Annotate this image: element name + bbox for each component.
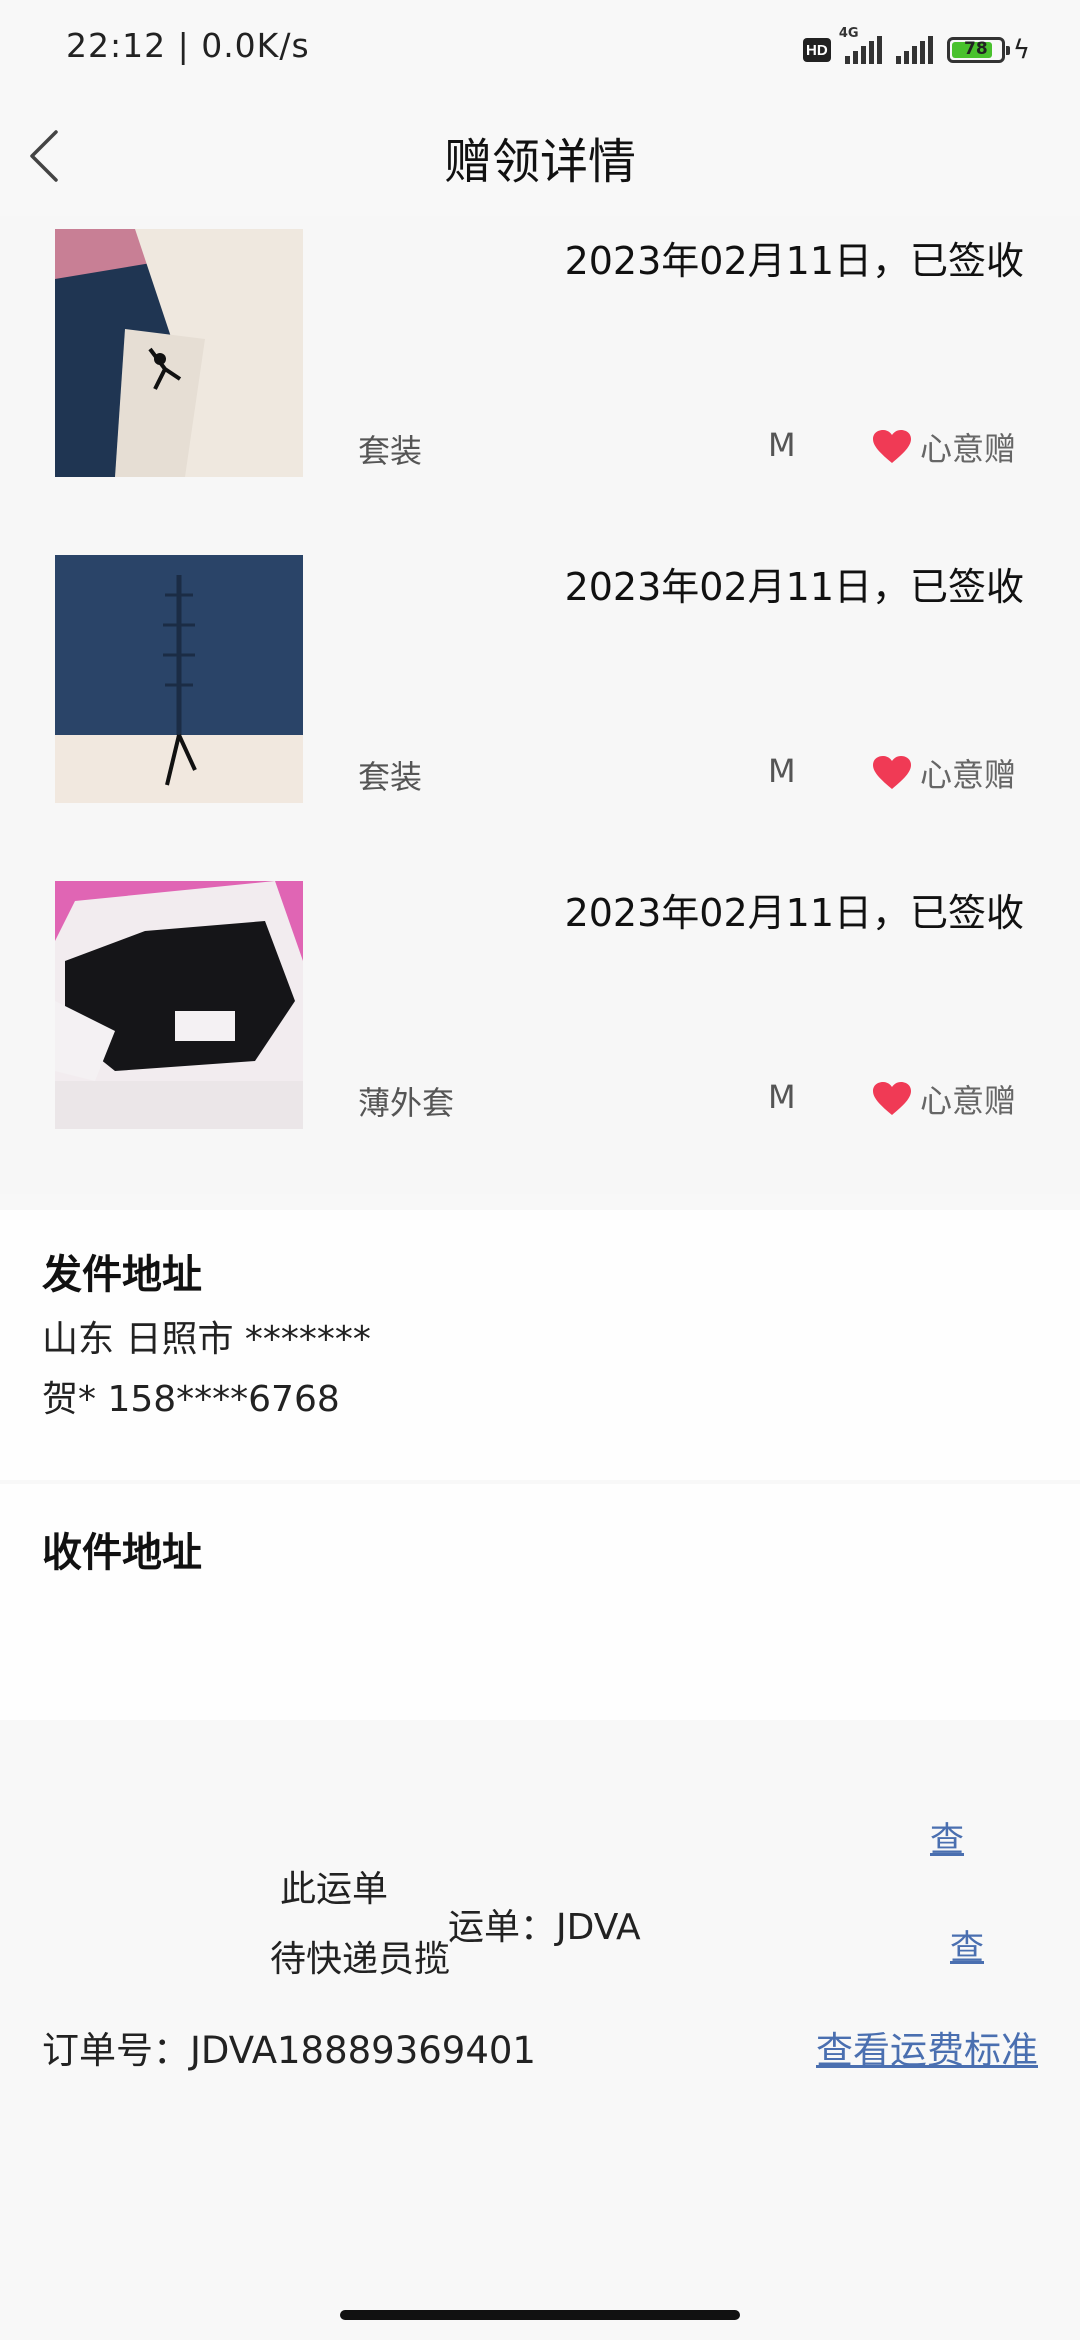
waybill-pickup-status: 待快递员揽 — [270, 1939, 451, 1980]
heart-icon — [873, 1082, 911, 1115]
list-item[interactable]: 2023年02月11日，已签收 薄外套 M 心意赠 — [0, 868, 1080, 1194]
item-photo — [55, 881, 303, 1129]
signal-icon — [895, 36, 933, 64]
nav-bar: 赠领详情 — [0, 96, 1080, 216]
status-bar: 22:12 | 0.0K/s HD 4G 78 ϟ — [0, 0, 1080, 96]
gift-tag: 心意赠 — [872, 750, 1016, 796]
list-item[interactable]: 2023年02月11日，已签收 套装 M 心意赠 — [0, 216, 1080, 542]
gift-tag: 心意赠 — [872, 424, 1016, 470]
item-date: 2023年02月11日，已签收 — [564, 891, 1024, 935]
sender-address: 山东 日照市 ******* — [42, 1319, 371, 1360]
receiver-address-card: 收件地址 — [0, 1484, 1080, 1720]
waybill-view-link[interactable]: 查 — [930, 1812, 964, 1861]
charging-icon: ϟ — [1012, 35, 1030, 65]
item-category: 套装 — [358, 758, 423, 796]
order-number: 订单号：JDVA18889369401 — [42, 2029, 536, 2072]
status-icons: HD 4G 78 ϟ — [802, 26, 1030, 70]
item-size: M — [768, 426, 796, 464]
waybill-number: 运单：JDVA — [448, 1907, 641, 1948]
sender-address-title: 发件地址 — [42, 1252, 202, 1298]
item-photo — [55, 229, 303, 477]
network-type-label: 4G — [838, 26, 859, 41]
item-category: 套装 — [358, 432, 423, 470]
sender-address-card: 发件地址 山东 日照市 ******* 贺* 158****6768 — [0, 1210, 1080, 1480]
waybill-panel: 查 此运单 运单：JDVA 待快递员揽 查 订单号：JDVA1888936940… — [0, 1720, 1080, 2340]
item-size: M — [768, 1078, 796, 1116]
gift-tag-label: 心意赠 — [920, 756, 1017, 794]
page-title: 赠领详情 — [443, 134, 636, 190]
battery-icon: 78 — [946, 37, 1010, 63]
heart-icon — [873, 430, 911, 463]
waybill-view-link-2[interactable]: 查 — [950, 1920, 984, 1969]
waybill-status: 此运单 — [280, 1869, 389, 1910]
receiver-address-title: 收件地址 — [42, 1530, 202, 1576]
status-time: 22:12 | 0.0K/s — [66, 26, 310, 65]
item-size: M — [768, 752, 796, 790]
sender-contact: 贺* 158****6768 — [42, 1379, 340, 1420]
gift-tag: 心意赠 — [872, 1076, 1016, 1122]
item-list: 2023年02月11日，已签收 套装 M 心意赠 2023年02月11日，已签收… — [0, 216, 1080, 1194]
gift-tag-label: 心意赠 — [920, 430, 1017, 468]
shipping-fee-link[interactable]: 查看运费标准 — [816, 2020, 1038, 2074]
home-indicator[interactable] — [340, 2310, 740, 2320]
item-photo — [55, 555, 303, 803]
hd-icon: HD — [802, 38, 831, 62]
heart-icon — [873, 756, 911, 789]
gift-tag-label: 心意赠 — [920, 1082, 1017, 1120]
list-item[interactable]: 2023年02月11日，已签收 套装 M 心意赠 — [0, 542, 1080, 868]
item-date: 2023年02月11日，已签收 — [564, 565, 1024, 609]
battery-level: 78 — [964, 39, 988, 59]
item-date: 2023年02月11日，已签收 — [564, 239, 1024, 283]
item-category: 薄外套 — [358, 1084, 455, 1122]
signal-4g-icon: 4G — [839, 26, 882, 64]
